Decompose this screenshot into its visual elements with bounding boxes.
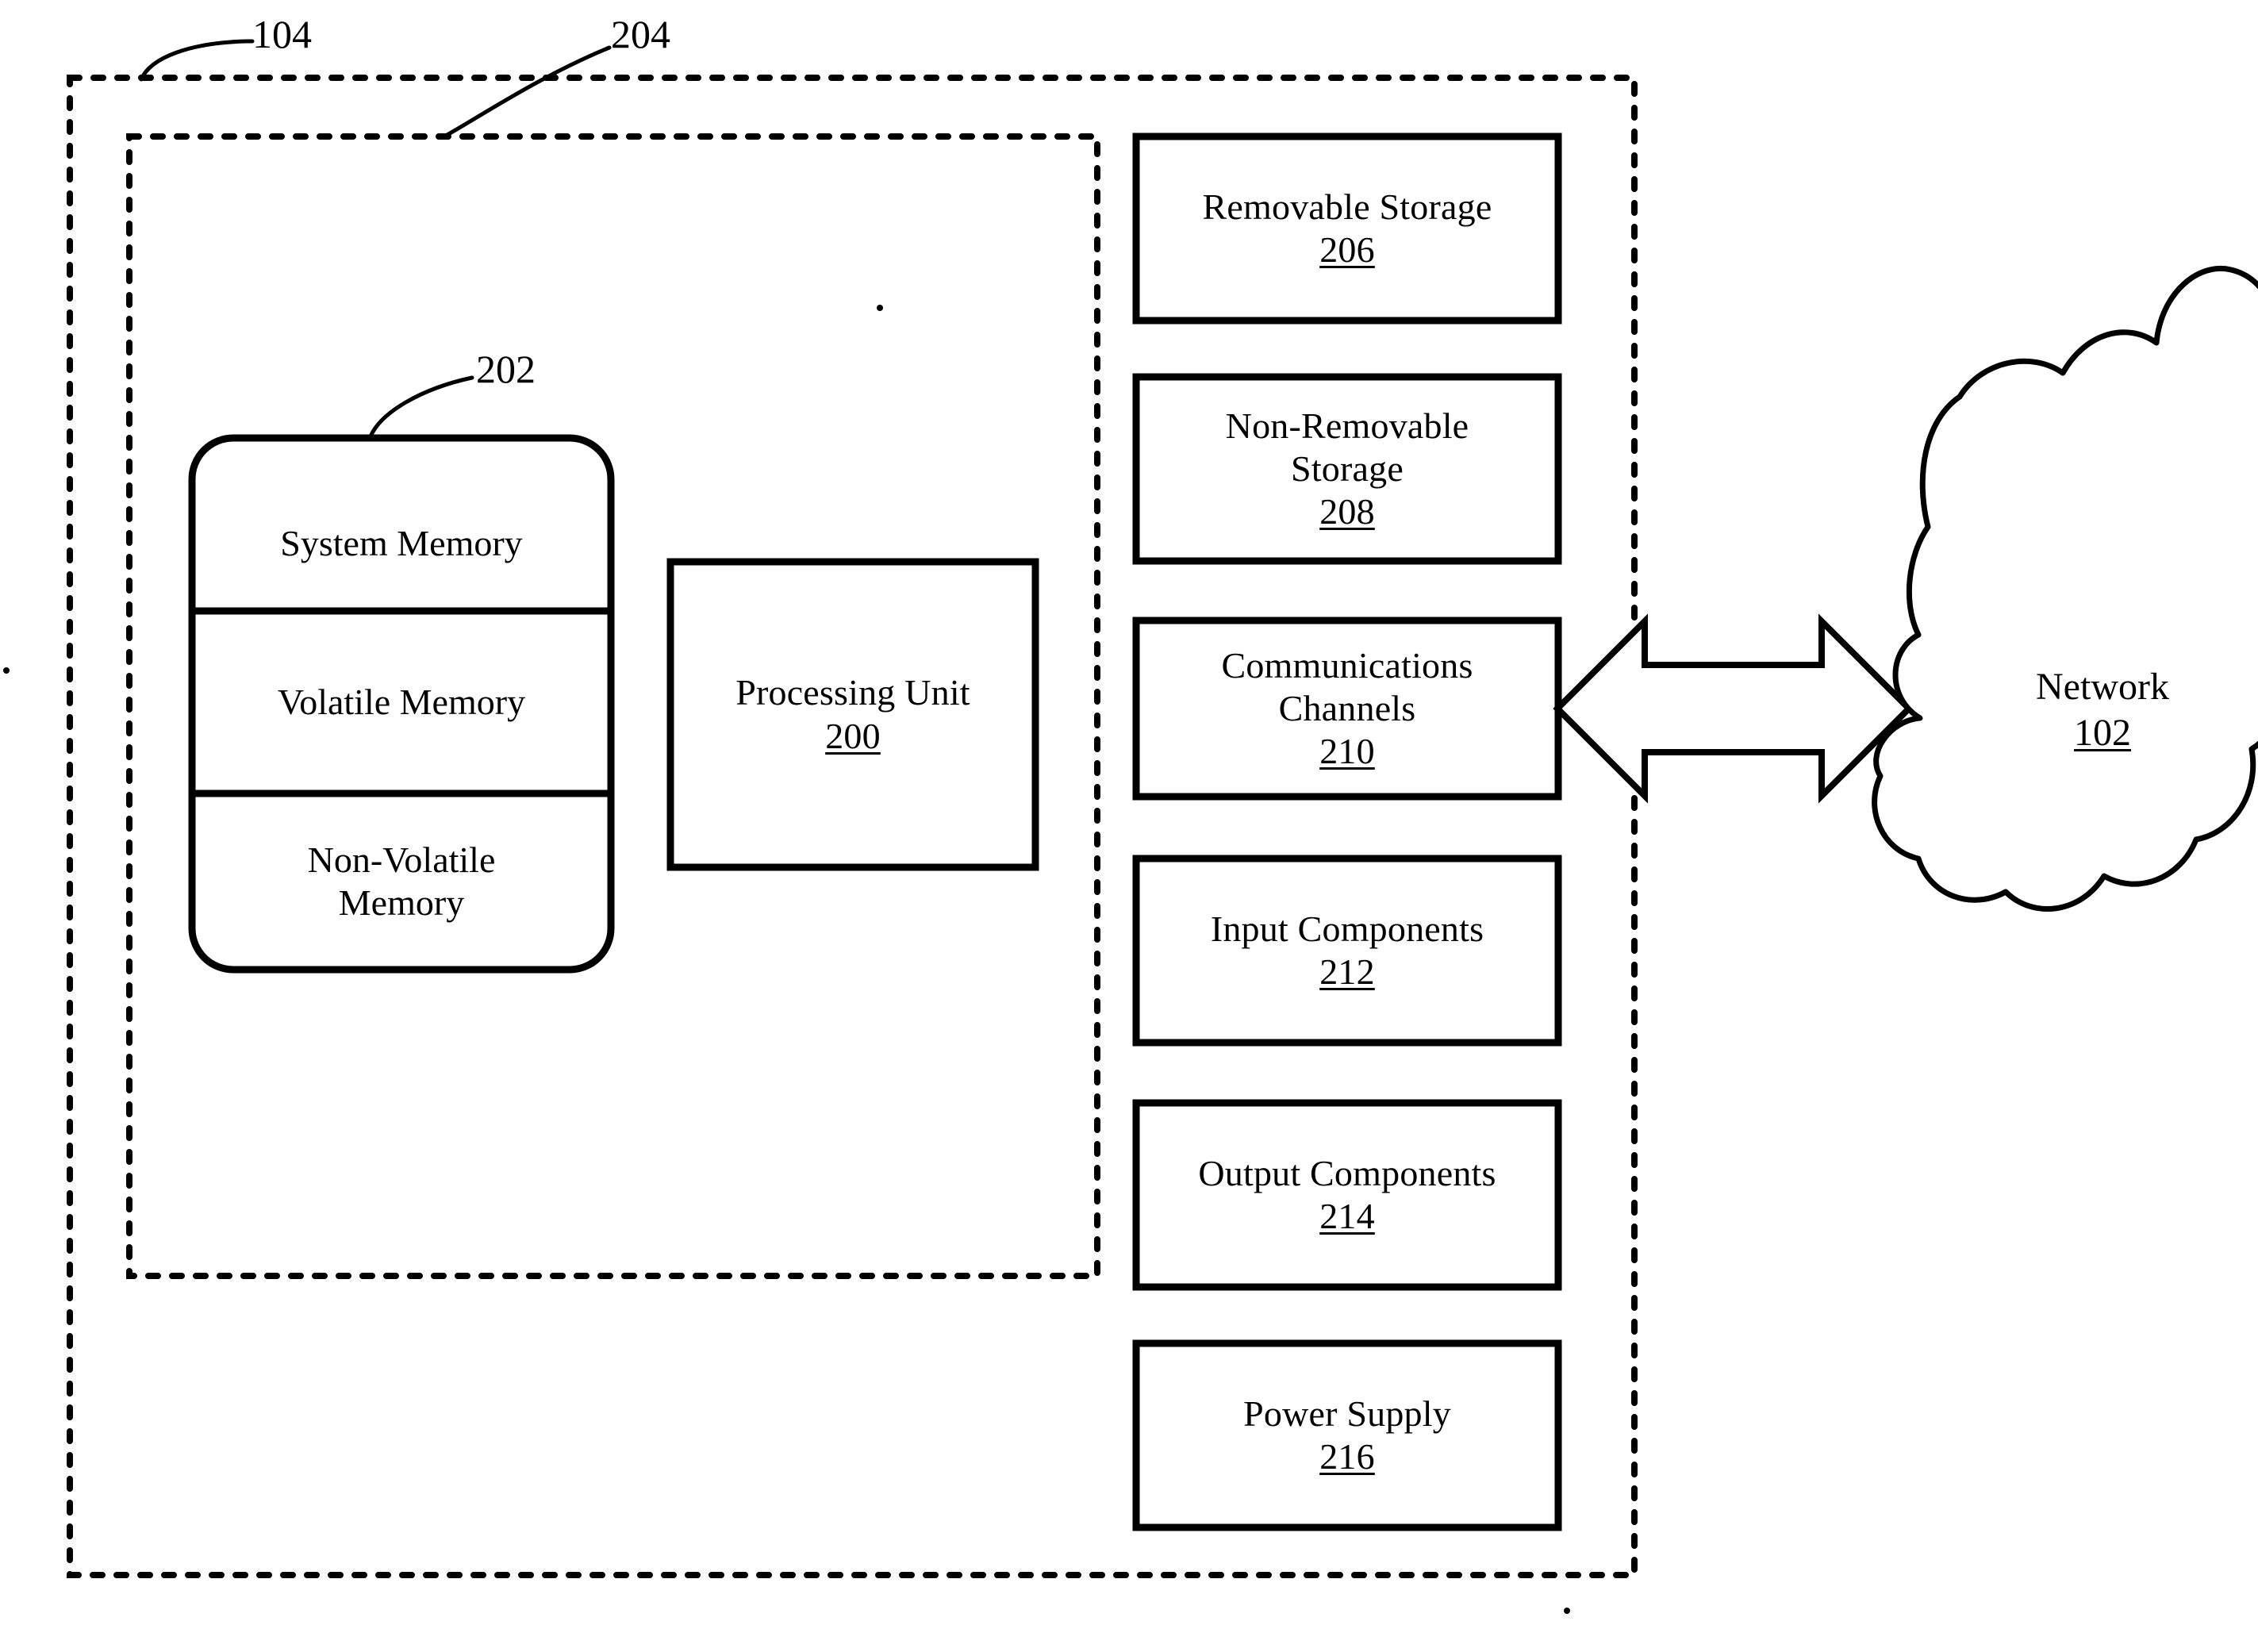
leader-line-104	[139, 39, 255, 82]
output-components: Output Components 214	[1136, 1103, 1558, 1287]
power-supply-label: Power Supply	[1243, 1393, 1451, 1434]
input-components-ref: 212	[1319, 951, 1375, 992]
communications-channels: Communications Channels 210	[1136, 620, 1558, 797]
scan-speck-bottom	[1564, 1608, 1570, 1614]
non-removable-storage-ref: 208	[1319, 491, 1375, 532]
communications-channels-label: Communications Channels	[1221, 644, 1473, 728]
power-supply-ref: 216	[1319, 1436, 1375, 1477]
network-double-arrow	[1553, 613, 1914, 804]
non-volatile-memory-label: Non-Volatile Memory	[307, 839, 496, 923]
non-removable-storage-label: Non-Removable Storage	[1225, 405, 1469, 489]
output-components-label: Output Components	[1198, 1152, 1496, 1193]
patent-figure: 104 204 202 System Memory Volatile Memor…	[0, 0, 2258, 1652]
input-components: Input Components 212	[1136, 859, 1558, 1043]
processing-unit-ref: 200	[825, 715, 881, 756]
system-memory-label: System Memory	[280, 522, 523, 563]
network: Network 102	[1936, 627, 2258, 793]
removable-storage-ref: 206	[1319, 229, 1375, 270]
scan-speck-left	[3, 667, 10, 674]
volatile-memory-label: Volatile Memory	[277, 681, 526, 722]
scan-speck-mid	[877, 305, 883, 311]
callout-202: 202	[476, 347, 536, 391]
non-volatile-memory-cell: Non-Volatile Memory	[192, 793, 611, 970]
output-components-ref: 214	[1319, 1196, 1375, 1236]
leader-line-202	[368, 375, 474, 439]
callout-104: 104	[252, 12, 312, 56]
volatile-memory-cell: Volatile Memory	[192, 611, 611, 793]
network-ref: 102	[2074, 712, 2131, 754]
callout-204: 204	[611, 12, 670, 56]
network-cloud	[1872, 266, 2258, 912]
processing-unit: Processing Unit 200	[670, 562, 1035, 867]
removable-storage: Removable Storage 206	[1136, 136, 1558, 321]
processing-unit-label: Processing Unit	[735, 672, 970, 713]
leader-line-204	[442, 45, 612, 139]
communications-channels-ref: 210	[1319, 731, 1375, 772]
system-memory-cell: System Memory	[192, 476, 611, 611]
input-components-label: Input Components	[1210, 908, 1484, 949]
network-label-text: Network	[2036, 666, 2169, 709]
power-supply: Power Supply 216	[1136, 1343, 1558, 1527]
non-removable-storage: Non-Removable Storage 208	[1136, 377, 1558, 561]
removable-storage-label: Removable Storage	[1202, 186, 1492, 227]
